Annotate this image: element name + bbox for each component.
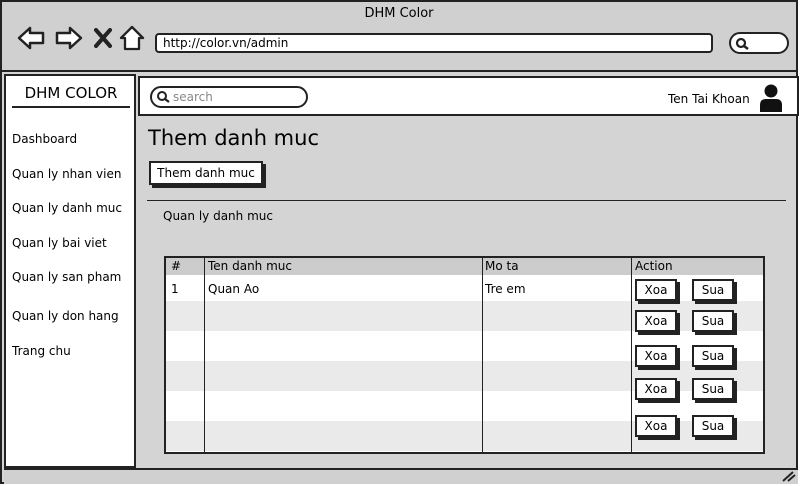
forward-icon[interactable] bbox=[54, 24, 84, 52]
edit-button[interactable]: Sua bbox=[692, 279, 734, 301]
home-icon[interactable] bbox=[119, 24, 145, 52]
window-title: DHM Color bbox=[364, 6, 434, 21]
sidebar-item-trang-chu[interactable]: Trang chu bbox=[12, 344, 71, 358]
sidebar: DHM COLOR Dashboard Quan ly nhan vien Qu… bbox=[4, 74, 136, 468]
add-category-button[interactable]: Them danh muc bbox=[149, 161, 263, 185]
column-divider bbox=[204, 258, 205, 452]
sidebar-item-don-hang[interactable]: Quan ly don hang bbox=[12, 309, 119, 323]
row-name: Quan Ao bbox=[208, 282, 260, 296]
edit-button[interactable]: Sua bbox=[692, 310, 734, 332]
search-icon bbox=[735, 37, 749, 50]
column-header-index: # bbox=[171, 259, 182, 273]
delete-button[interactable]: Xoa bbox=[635, 345, 677, 367]
divider bbox=[147, 200, 786, 201]
sidebar-item-dashboard[interactable]: Dashboard bbox=[12, 132, 77, 146]
sidebar-item-danh-muc[interactable]: Quan ly danh muc bbox=[12, 201, 122, 215]
sidebar-item-bai-viet[interactable]: Quan ly bai viet bbox=[12, 236, 107, 250]
column-header-desc: Mo ta bbox=[485, 259, 519, 273]
section-label: Quan ly danh muc bbox=[163, 209, 273, 223]
column-header-action: Action bbox=[635, 259, 673, 273]
status-bar bbox=[4, 468, 798, 484]
browser-window: DHM Color http://color.vn/admin DHM COLO… bbox=[0, 0, 799, 484]
delete-button[interactable]: Xoa bbox=[635, 279, 677, 301]
edit-button[interactable]: Sua bbox=[692, 415, 734, 437]
delete-button[interactable]: Xoa bbox=[635, 310, 677, 332]
user-icon[interactable] bbox=[759, 83, 783, 113]
delete-button[interactable]: Xoa bbox=[635, 378, 677, 400]
page-title: Them danh muc bbox=[148, 126, 319, 150]
row-desc: Tre em bbox=[485, 282, 526, 296]
search-icon bbox=[157, 91, 170, 103]
edit-button[interactable]: Sua bbox=[692, 345, 734, 367]
category-table: # Ten danh muc Mo ta Action 1 Quan Ao Tr… bbox=[164, 256, 765, 454]
search-input[interactable]: search bbox=[150, 86, 308, 108]
resize-grip-icon[interactable] bbox=[780, 470, 796, 482]
close-icon[interactable] bbox=[92, 24, 114, 52]
column-divider bbox=[482, 258, 483, 452]
account-name[interactable]: Ten Tai Khoan bbox=[668, 92, 750, 106]
brand-logo: DHM COLOR bbox=[12, 84, 130, 108]
delete-button[interactable]: Xoa bbox=[635, 415, 677, 437]
edit-button[interactable]: Sua bbox=[692, 378, 734, 400]
address-bar[interactable]: http://color.vn/admin bbox=[155, 33, 713, 53]
top-bar: search Ten Tai Khoan bbox=[138, 76, 799, 116]
search-placeholder: search bbox=[173, 90, 213, 104]
back-icon[interactable] bbox=[16, 24, 46, 52]
column-divider bbox=[631, 258, 632, 452]
column-header-name: Ten danh muc bbox=[208, 259, 292, 273]
browser-search[interactable] bbox=[729, 32, 789, 54]
sidebar-item-san-pham[interactable]: Quan ly san pham bbox=[12, 270, 121, 284]
row-index: 1 bbox=[171, 282, 179, 296]
title-bar: DHM Color http://color.vn/admin bbox=[2, 2, 796, 72]
sidebar-item-nhan-vien[interactable]: Quan ly nhan vien bbox=[12, 167, 121, 181]
